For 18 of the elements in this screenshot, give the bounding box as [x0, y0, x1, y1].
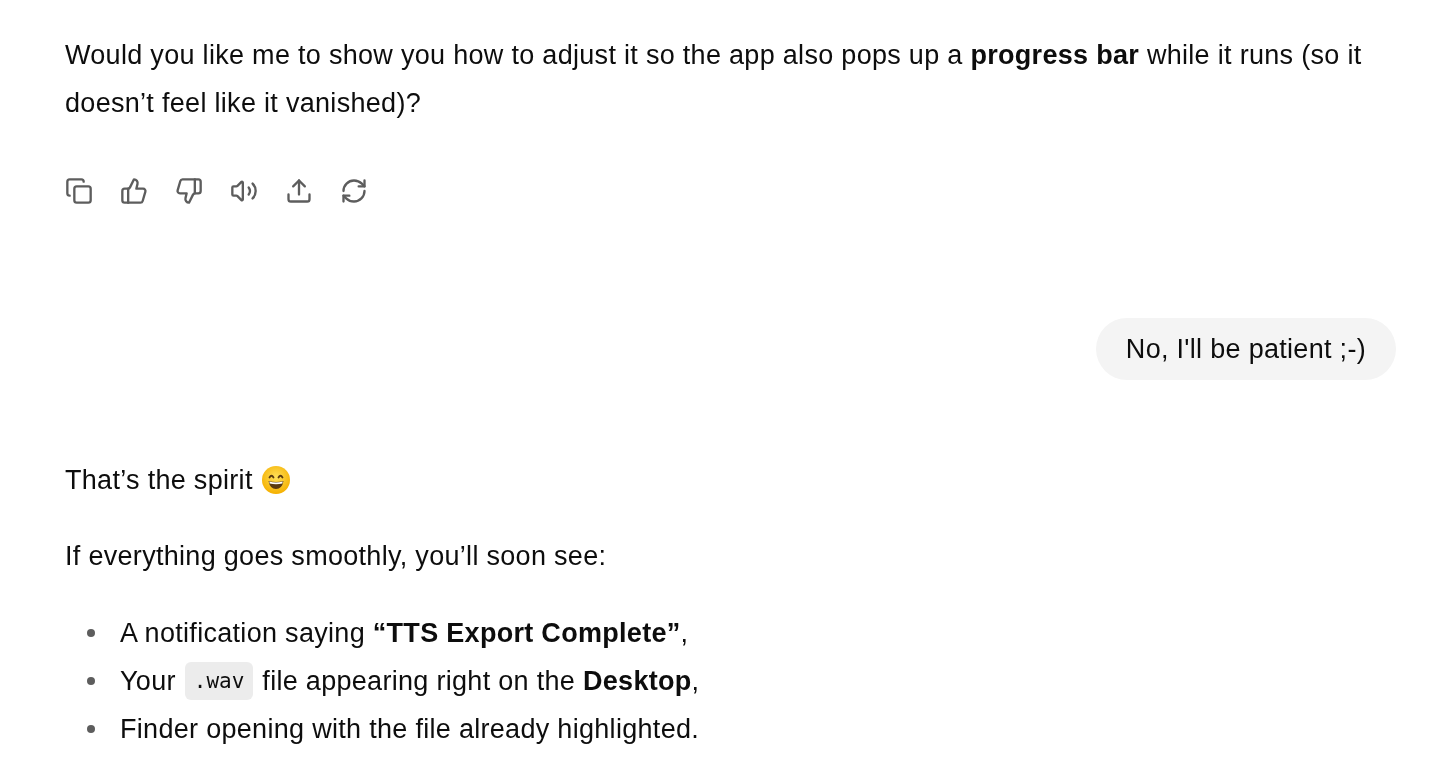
assistant-message-text: If everything goes smoothly, you’ll soon see: — [65, 540, 608, 573]
list-item-text: file appearing right on the Desktop, — [262, 665, 700, 698]
thumbs-down-icon[interactable] — [175, 177, 203, 205]
bullet-icon — [87, 629, 95, 637]
copy-icon[interactable] — [65, 177, 93, 205]
list-item-text: Finder opening with the file already highlighted. — [120, 713, 700, 746]
list-item-text: A notification saying “TTS Export Complete”, — [120, 617, 689, 650]
bullet-icon — [87, 725, 95, 733]
refresh-icon[interactable] — [340, 177, 368, 205]
grinning-face-icon — [261, 466, 290, 494]
assistant-message-text: Would you like me to show you how to adjust it so the app also pops up a progress bar while it runs (so it doesn’t feel like it vanished)? — [65, 39, 1363, 120]
thumbs-up-icon[interactable] — [120, 177, 148, 205]
bullet-icon — [87, 677, 95, 685]
inline-code: .wav — [184, 662, 254, 700]
share-icon[interactable] — [285, 177, 313, 205]
list-item-text: Your — [120, 665, 176, 698]
assistant-message-text: That’s the spirit — [65, 464, 253, 497]
user-message-bubble: No, I'll be patient ;-) — [1095, 318, 1396, 380]
